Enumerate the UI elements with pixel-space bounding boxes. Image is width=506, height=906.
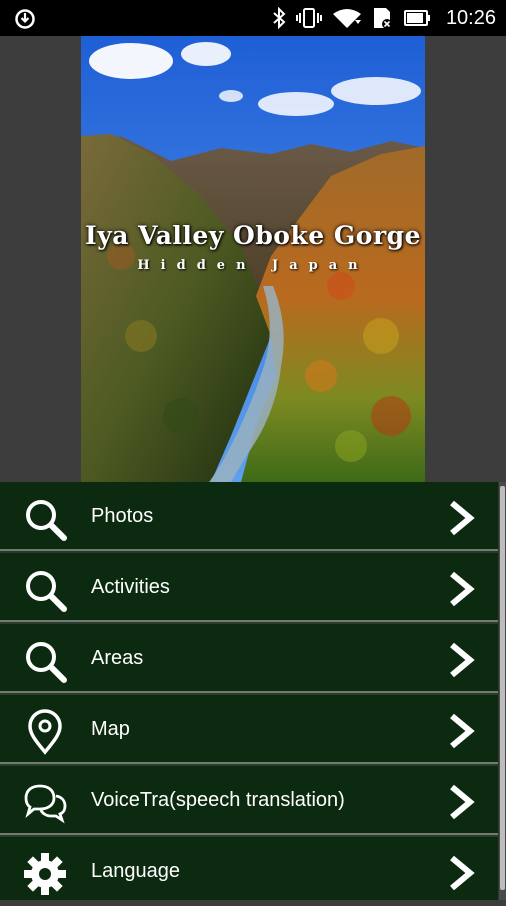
menu-item-photos[interactable]: Photos: [0, 482, 498, 551]
map-pin-icon: [28, 709, 62, 755]
hero-image: Iya Valley Oboke Gorge Hidden Japan: [81, 36, 425, 482]
menu-item-label: Areas: [91, 647, 144, 669]
menu-item-label: VoiceTra(speech translation): [91, 789, 345, 811]
sim-icon: [373, 8, 392, 29]
menu-scrollbar[interactable]: [499, 482, 506, 900]
search-icon: [26, 500, 67, 541]
bluetooth-icon: [273, 7, 286, 29]
menu-item-language[interactable]: Language: [0, 837, 498, 900]
chevron-right-icon: [450, 642, 475, 678]
search-icon: [26, 642, 67, 683]
chevron-right-icon: [450, 500, 475, 536]
status-bar: 10:26: [0, 0, 506, 36]
hero-title: Iya Valley Oboke Gorge: [85, 221, 421, 250]
chevron-right-icon: [450, 713, 475, 749]
wifi-icon: [332, 9, 361, 28]
search-icon: [26, 571, 67, 612]
chevron-right-icon: [450, 855, 475, 891]
hero-area: Iya Valley Oboke Gorge Hidden Japan: [0, 36, 506, 482]
scrollbar-thumb[interactable]: [500, 486, 505, 890]
battery-icon: [403, 10, 430, 26]
menu-item-activities[interactable]: Activities: [0, 553, 498, 622]
menu-item-label: Activities: [91, 576, 170, 598]
main-menu: Photos Activities Areas Map VoiceTra(spe…: [0, 482, 506, 900]
gear-icon: [24, 853, 66, 895]
menu-item-label: Map: [91, 718, 130, 740]
hero-subtitle: Hidden Japan: [137, 258, 369, 273]
speech-bubbles-icon: [24, 784, 67, 824]
chevron-right-icon: [450, 571, 475, 607]
chevron-right-icon: [450, 784, 475, 820]
menu-item-map[interactable]: Map: [0, 695, 498, 764]
menu-item-areas[interactable]: Areas: [0, 624, 498, 693]
sync-icon: [15, 9, 35, 29]
menu-item-voicetra[interactable]: VoiceTra(speech translation): [0, 766, 498, 835]
menu-item-label: Photos: [91, 505, 154, 527]
vibrate-icon: [295, 8, 322, 28]
clock-time: 10:26: [445, 6, 496, 29]
menu-item-label: Language: [91, 860, 180, 882]
